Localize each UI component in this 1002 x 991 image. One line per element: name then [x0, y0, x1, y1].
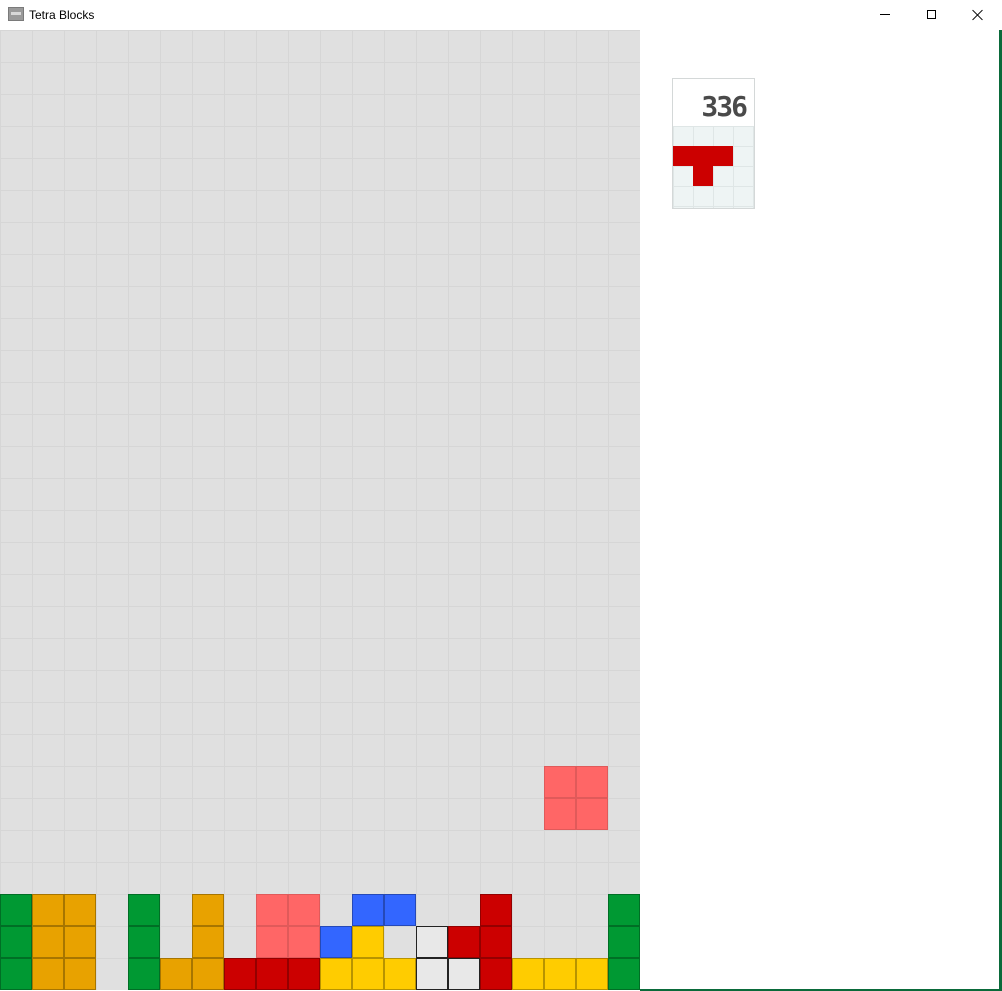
locked-block: [64, 894, 96, 926]
locked-block: [160, 958, 192, 990]
locked-block: [544, 958, 576, 990]
game-board[interactable]: [0, 30, 640, 990]
locked-block: [576, 958, 608, 990]
locked-block: [512, 958, 544, 990]
locked-block: [256, 958, 288, 990]
next-piece-block: [693, 166, 713, 186]
locked-block: [192, 926, 224, 958]
next-piece-block: [673, 146, 693, 166]
maximize-icon: [926, 10, 936, 19]
locked-block: [448, 926, 480, 958]
locked-block: [384, 894, 416, 926]
locked-block: [32, 894, 64, 926]
score-display: 336: [701, 90, 748, 123]
title-bar[interactable]: Tetra Blocks: [0, 0, 1002, 30]
locked-block: [192, 894, 224, 926]
locked-block: [192, 958, 224, 990]
locked-block: [352, 894, 384, 926]
locked-block: [480, 958, 512, 990]
locked-block: [288, 894, 320, 926]
active-piece-block: [576, 798, 608, 830]
window-title: Tetra Blocks: [29, 8, 95, 22]
close-button[interactable]: [954, 0, 1000, 29]
minimize-icon: [880, 14, 890, 15]
locked-block: [0, 926, 32, 958]
locked-block: [608, 894, 640, 926]
minimize-button[interactable]: [862, 0, 908, 29]
locked-block: [128, 926, 160, 958]
locked-block: [352, 926, 384, 958]
locked-block: [256, 926, 288, 958]
next-piece-preview: [673, 126, 754, 208]
close-icon: [971, 9, 983, 21]
locked-block: [480, 926, 512, 958]
active-piece-block: [544, 766, 576, 798]
locked-block: [128, 894, 160, 926]
info-panel: 336: [672, 78, 755, 209]
locked-block: [256, 894, 288, 926]
locked-block: [64, 958, 96, 990]
app-icon: [8, 7, 24, 21]
locked-block: [320, 926, 352, 958]
next-piece-block: [693, 146, 713, 166]
locked-block: [224, 958, 256, 990]
next-piece-block: [713, 146, 733, 166]
locked-block: [416, 958, 448, 990]
locked-block: [608, 958, 640, 990]
locked-block: [288, 958, 320, 990]
locked-block: [32, 926, 64, 958]
locked-block: [320, 958, 352, 990]
locked-block: [480, 894, 512, 926]
active-piece-block: [576, 766, 608, 798]
locked-block: [448, 958, 480, 990]
active-piece-block: [544, 798, 576, 830]
locked-block: [0, 958, 32, 990]
locked-block: [416, 926, 448, 958]
locked-block: [128, 958, 160, 990]
locked-block: [384, 958, 416, 990]
locked-block: [288, 926, 320, 958]
maximize-button[interactable]: [908, 0, 954, 29]
locked-block: [64, 926, 96, 958]
locked-block: [0, 894, 32, 926]
locked-block: [32, 958, 64, 990]
locked-block: [352, 958, 384, 990]
game-window: Tetra Blocks 336: [0, 0, 1002, 991]
locked-block: [608, 926, 640, 958]
